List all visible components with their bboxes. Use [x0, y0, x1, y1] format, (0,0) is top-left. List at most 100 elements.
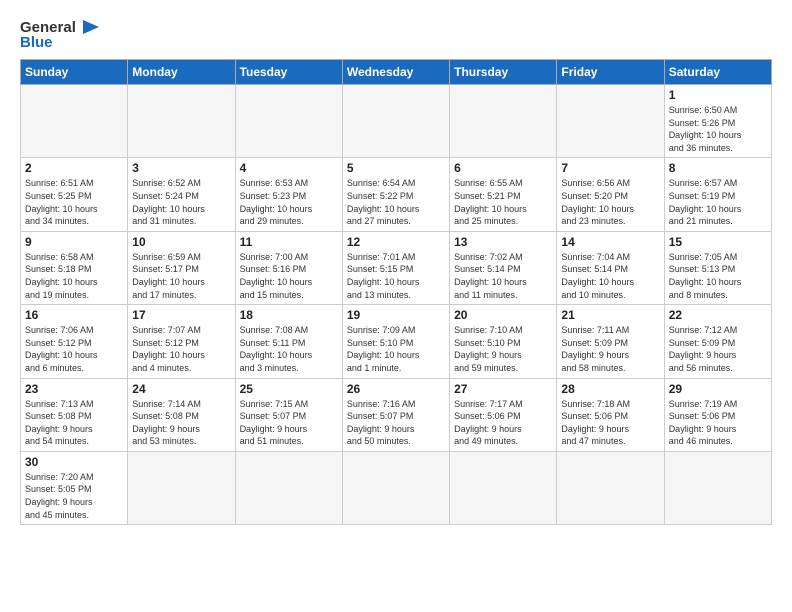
day-info: Sunrise: 7:15 AM Sunset: 5:07 PM Dayligh… [240, 398, 338, 448]
day-info: Sunrise: 6:53 AM Sunset: 5:23 PM Dayligh… [240, 177, 338, 227]
day-info: Sunrise: 7:05 AM Sunset: 5:13 PM Dayligh… [669, 251, 767, 301]
week-row-6: 30 Sunrise: 7:20 AM Sunset: 5:05 PM Dayli… [21, 451, 772, 524]
calendar-cell: 1 Sunrise: 6:50 AM Sunset: 5:26 PM Daylig… [664, 85, 771, 158]
calendar-cell: 2Sunrise: 6:51 AM Sunset: 5:25 PM Daylig… [21, 158, 128, 231]
calendar-cell: 29 Sunrise: 7:19 AM Sunset: 5:06 PM Dayli… [664, 378, 771, 451]
logo-blue-text: Blue [20, 34, 53, 51]
day-number: 17 [132, 308, 230, 322]
day-number: 10 [132, 235, 230, 249]
day-info: Sunrise: 7:12 AM Sunset: 5:09 PM Dayligh… [669, 324, 767, 374]
logo: General Blue [20, 16, 101, 51]
calendar-cell [664, 451, 771, 524]
calendar-cell [557, 451, 664, 524]
day-number: 26 [347, 382, 445, 396]
calendar-cell [450, 85, 557, 158]
day-number: 20 [454, 308, 552, 322]
calendar-table: SundayMondayTuesdayWednesdayThursdayFrid… [20, 59, 772, 525]
day-info: Sunrise: 7:08 AM Sunset: 5:11 PM Dayligh… [240, 324, 338, 374]
logo-general-text: General [20, 19, 76, 36]
calendar-cell: 20 Sunrise: 7:10 AM Sunset: 5:10 PM Dayli… [450, 305, 557, 378]
calendar-cell: 28Sunrise: 7:18 AM Sunset: 5:06 PM Dayli… [557, 378, 664, 451]
calendar-cell: 11 Sunrise: 7:00 AM Sunset: 5:16 PM Dayli… [235, 231, 342, 304]
weekday-header-sunday: Sunday [21, 60, 128, 85]
day-number: 7 [561, 161, 659, 175]
weekday-header-row: SundayMondayTuesdayWednesdayThursdayFrid… [21, 60, 772, 85]
day-number: 16 [25, 308, 123, 322]
day-info: Sunrise: 7:06 AM Sunset: 5:12 PM Dayligh… [25, 324, 123, 374]
day-number: 15 [669, 235, 767, 249]
week-row-1: 1 Sunrise: 6:50 AM Sunset: 5:26 PM Daylig… [21, 85, 772, 158]
calendar-cell: 22 Sunrise: 7:12 AM Sunset: 5:09 PM Dayli… [664, 305, 771, 378]
calendar-cell: 26 Sunrise: 7:16 AM Sunset: 5:07 PM Dayli… [342, 378, 449, 451]
calendar-cell: 6Sunrise: 6:55 AM Sunset: 5:21 PM Daylig… [450, 158, 557, 231]
day-info: Sunrise: 6:50 AM Sunset: 5:26 PM Dayligh… [669, 104, 767, 154]
calendar-cell: 21Sunrise: 7:11 AM Sunset: 5:09 PM Dayli… [557, 305, 664, 378]
day-number: 19 [347, 308, 445, 322]
day-info: Sunrise: 6:55 AM Sunset: 5:21 PM Dayligh… [454, 177, 552, 227]
weekday-header-tuesday: Tuesday [235, 60, 342, 85]
day-info: Sunrise: 7:01 AM Sunset: 5:15 PM Dayligh… [347, 251, 445, 301]
calendar-cell: 8Sunrise: 6:57 AM Sunset: 5:19 PM Daylig… [664, 158, 771, 231]
calendar-cell: 12Sunrise: 7:01 AM Sunset: 5:15 PM Dayli… [342, 231, 449, 304]
calendar-cell: 7 Sunrise: 6:56 AM Sunset: 5:20 PM Daylig… [557, 158, 664, 231]
day-number: 29 [669, 382, 767, 396]
day-info: Sunrise: 6:59 AM Sunset: 5:17 PM Dayligh… [132, 251, 230, 301]
day-info: Sunrise: 6:56 AM Sunset: 5:20 PM Dayligh… [561, 177, 659, 227]
day-number: 3 [132, 161, 230, 175]
calendar-cell: 25Sunrise: 7:15 AM Sunset: 5:07 PM Dayli… [235, 378, 342, 451]
day-info: Sunrise: 6:54 AM Sunset: 5:22 PM Dayligh… [347, 177, 445, 227]
calendar-cell [342, 451, 449, 524]
calendar-cell: 30 Sunrise: 7:20 AM Sunset: 5:05 PM Dayli… [21, 451, 128, 524]
week-row-3: 9Sunrise: 6:58 AM Sunset: 5:18 PM Daylig… [21, 231, 772, 304]
day-info: Sunrise: 7:09 AM Sunset: 5:10 PM Dayligh… [347, 324, 445, 374]
weekday-header-thursday: Thursday [450, 60, 557, 85]
calendar-cell [235, 451, 342, 524]
calendar-cell: 23 Sunrise: 7:13 AM Sunset: 5:08 PM Dayli… [21, 378, 128, 451]
weekday-header-saturday: Saturday [664, 60, 771, 85]
calendar-cell [235, 85, 342, 158]
day-info: Sunrise: 7:04 AM Sunset: 5:14 PM Dayligh… [561, 251, 659, 301]
calendar-cell: 4 Sunrise: 6:53 AM Sunset: 5:23 PM Daylig… [235, 158, 342, 231]
weekday-header-monday: Monday [128, 60, 235, 85]
day-info: Sunrise: 7:13 AM Sunset: 5:08 PM Dayligh… [25, 398, 123, 448]
page: General Blue SundayMondayTuesdayWednesda… [0, 0, 792, 535]
day-info: Sunrise: 7:19 AM Sunset: 5:06 PM Dayligh… [669, 398, 767, 448]
day-info: Sunrise: 6:57 AM Sunset: 5:19 PM Dayligh… [669, 177, 767, 227]
day-info: Sunrise: 7:14 AM Sunset: 5:08 PM Dayligh… [132, 398, 230, 448]
calendar-cell: 16 Sunrise: 7:06 AM Sunset: 5:12 PM Dayli… [21, 305, 128, 378]
day-info: Sunrise: 6:51 AM Sunset: 5:25 PM Dayligh… [25, 177, 123, 227]
calendar-cell [21, 85, 128, 158]
calendar-cell: 18Sunrise: 7:08 AM Sunset: 5:11 PM Dayli… [235, 305, 342, 378]
day-number: 23 [25, 382, 123, 396]
calendar-cell: 19 Sunrise: 7:09 AM Sunset: 5:10 PM Dayli… [342, 305, 449, 378]
day-info: Sunrise: 7:07 AM Sunset: 5:12 PM Dayligh… [132, 324, 230, 374]
day-number: 11 [240, 235, 338, 249]
day-info: Sunrise: 7:02 AM Sunset: 5:14 PM Dayligh… [454, 251, 552, 301]
day-info: Sunrise: 7:16 AM Sunset: 5:07 PM Dayligh… [347, 398, 445, 448]
day-number: 22 [669, 308, 767, 322]
day-number: 24 [132, 382, 230, 396]
day-number: 27 [454, 382, 552, 396]
day-number: 5 [347, 161, 445, 175]
day-number: 30 [25, 455, 123, 469]
week-row-2: 2Sunrise: 6:51 AM Sunset: 5:25 PM Daylig… [21, 158, 772, 231]
day-number: 13 [454, 235, 552, 249]
header: General Blue [20, 16, 772, 51]
day-number: 1 [669, 88, 767, 102]
calendar-cell: 24 Sunrise: 7:14 AM Sunset: 5:08 PM Dayli… [128, 378, 235, 451]
day-info: Sunrise: 6:52 AM Sunset: 5:24 PM Dayligh… [132, 177, 230, 227]
weekday-header-friday: Friday [557, 60, 664, 85]
day-info: Sunrise: 6:58 AM Sunset: 5:18 PM Dayligh… [25, 251, 123, 301]
calendar-cell [557, 85, 664, 158]
weekday-header-wednesday: Wednesday [342, 60, 449, 85]
day-info: Sunrise: 7:10 AM Sunset: 5:10 PM Dayligh… [454, 324, 552, 374]
day-number: 14 [561, 235, 659, 249]
day-info: Sunrise: 7:18 AM Sunset: 5:06 PM Dayligh… [561, 398, 659, 448]
calendar-cell: 17 Sunrise: 7:07 AM Sunset: 5:12 PM Dayli… [128, 305, 235, 378]
day-number: 4 [240, 161, 338, 175]
calendar-cell [128, 451, 235, 524]
day-info: Sunrise: 7:20 AM Sunset: 5:05 PM Dayligh… [25, 471, 123, 521]
day-info: Sunrise: 7:00 AM Sunset: 5:16 PM Dayligh… [240, 251, 338, 301]
week-row-4: 16 Sunrise: 7:06 AM Sunset: 5:12 PM Dayli… [21, 305, 772, 378]
calendar-cell: 13 Sunrise: 7:02 AM Sunset: 5:14 PM Dayli… [450, 231, 557, 304]
